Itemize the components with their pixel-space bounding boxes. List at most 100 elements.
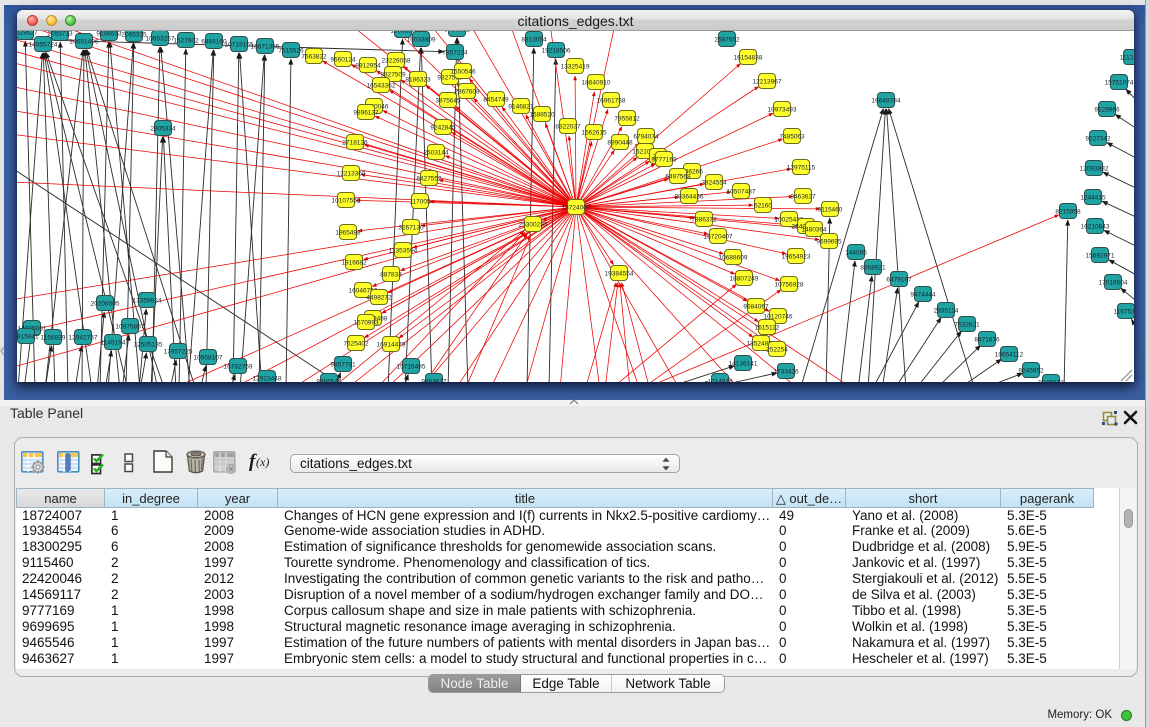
svg-text:2905334: 2905334 <box>150 126 176 133</box>
svg-text:8215958: 8215958 <box>1055 209 1081 216</box>
svg-text:1167533: 1167533 <box>1114 309 1134 316</box>
svg-text:1916682: 1916682 <box>341 260 367 267</box>
svg-text:1570993: 1570993 <box>353 320 379 327</box>
svg-text:17359924: 17359924 <box>133 298 162 305</box>
svg-text:1550546: 1550546 <box>450 69 476 76</box>
svg-text:12942737: 12942737 <box>69 335 98 342</box>
svg-text:1562615: 1562615 <box>581 130 607 137</box>
svg-text:8460331: 8460331 <box>444 31 470 34</box>
svg-text:19218506: 19218506 <box>542 48 571 55</box>
svg-text:9463627: 9463627 <box>421 379 447 382</box>
svg-text:25300233: 25300233 <box>519 222 548 229</box>
svg-text:9146821: 9146821 <box>508 104 534 111</box>
svg-text:11353594: 11353594 <box>389 248 418 255</box>
svg-text:6479197: 6479197 <box>886 277 912 284</box>
svg-text:4498272: 4498272 <box>366 295 392 302</box>
svg-text:8427552: 8427552 <box>416 176 442 183</box>
svg-text:144095: 144095 <box>845 250 867 257</box>
svg-text:2935114: 2935114 <box>934 308 959 315</box>
svg-text:14136141: 14136141 <box>729 361 758 368</box>
svg-text:10107552: 10107552 <box>332 198 361 205</box>
svg-text:8958921: 8958921 <box>860 265 886 272</box>
svg-text:3875645: 3875645 <box>435 98 461 105</box>
svg-text:6466160: 6466160 <box>201 39 227 46</box>
svg-text:15716485: 15716485 <box>397 364 426 371</box>
svg-text:10654112: 10654112 <box>995 352 1024 359</box>
svg-text:9245652: 9245652 <box>1018 368 1044 375</box>
svg-text:16782759: 16782759 <box>224 364 253 371</box>
svg-text:19384554: 19384554 <box>605 271 634 278</box>
svg-text:2718126: 2718126 <box>342 140 368 147</box>
svg-text:1156829: 1156829 <box>41 335 66 342</box>
svg-text:12505135: 12505135 <box>134 342 163 349</box>
svg-text:1145194: 1145194 <box>101 340 126 347</box>
svg-text:1480364: 1480364 <box>801 227 827 234</box>
svg-text:12213369: 12213369 <box>337 171 366 178</box>
svg-text:3267130: 3267130 <box>398 225 424 232</box>
svg-text:8813054: 8813054 <box>521 37 547 44</box>
svg-text:9684067: 9684067 <box>743 304 769 311</box>
svg-text:10973493: 10973493 <box>768 107 797 114</box>
svg-text:9463627: 9463627 <box>790 194 816 201</box>
svg-text:10756928: 10756928 <box>775 282 804 289</box>
svg-text:8990448: 8990448 <box>607 140 633 147</box>
svg-text:7663822: 7663822 <box>301 54 327 61</box>
svg-text:10975887: 10975887 <box>116 324 145 331</box>
svg-text:16648784: 16648784 <box>872 98 901 105</box>
svg-text:7632621: 7632621 <box>954 322 980 329</box>
svg-text:12923448: 12923448 <box>253 376 282 382</box>
svg-text:7625402: 7625402 <box>343 341 369 348</box>
svg-text:12975115: 12975115 <box>787 165 816 172</box>
svg-text:16914479: 16914479 <box>377 342 406 349</box>
svg-text:1014916: 1014916 <box>707 379 733 382</box>
svg-text:10507487: 10507487 <box>727 189 756 196</box>
svg-text:1244415: 1244415 <box>1080 195 1106 202</box>
svg-text:252254: 252254 <box>766 347 788 354</box>
svg-text:13325419: 13325419 <box>561 64 590 71</box>
svg-text:6497568: 6497568 <box>665 174 691 181</box>
svg-text:1588520: 1588520 <box>529 112 555 119</box>
svg-text:15720407: 15720407 <box>704 234 733 241</box>
svg-text:7857224: 7857224 <box>442 50 468 57</box>
svg-text:16154838: 16154838 <box>734 55 763 62</box>
svg-text:16210643: 16210643 <box>1081 224 1110 231</box>
svg-text:20364436: 20364436 <box>675 194 704 201</box>
svg-text:10719155: 10719155 <box>225 42 254 49</box>
svg-text:1965498: 1965498 <box>335 230 361 237</box>
svg-text:9227342: 9227342 <box>1085 136 1111 143</box>
svg-text:1527602: 1527602 <box>173 38 199 45</box>
svg-text:9896137: 9896137 <box>353 110 379 117</box>
svg-text:18807249: 18807249 <box>730 276 759 283</box>
svg-text:10958107: 10958107 <box>194 355 223 362</box>
svg-text:2867608: 2867608 <box>454 89 480 96</box>
svg-text:14055724: 14055724 <box>29 42 58 49</box>
svg-text:7515526: 7515526 <box>278 48 304 55</box>
svg-text:9474444: 9474444 <box>910 292 936 299</box>
svg-text:(x): (x) <box>256 455 269 469</box>
svg-text:18640910: 18640910 <box>582 80 611 87</box>
svg-text:7986372: 7986372 <box>691 217 717 224</box>
svg-text:10653257: 10653257 <box>146 36 175 43</box>
svg-text:62160: 62160 <box>754 203 772 210</box>
svg-text:1529527: 1529527 <box>17 31 38 37</box>
svg-text:16671355: 16671355 <box>251 44 280 51</box>
svg-text:3824554: 3824554 <box>701 180 727 187</box>
svg-text:1615112: 1615112 <box>755 325 780 332</box>
svg-text:23226058: 23226058 <box>382 58 411 65</box>
svg-text:15751074: 15751074 <box>1105 80 1134 87</box>
svg-text:9115460: 9115460 <box>818 207 843 214</box>
svg-text:8186323: 8186323 <box>405 77 431 84</box>
svg-text:15692971: 15692971 <box>1086 253 1115 260</box>
svg-text:6794074: 6794074 <box>633 134 659 141</box>
svg-text:1112403: 1112403 <box>1120 55 1134 62</box>
svg-text:16961758: 16961758 <box>597 98 626 105</box>
svg-text:17016504: 17016504 <box>1099 280 1128 287</box>
svg-text:117005: 117005 <box>409 199 431 206</box>
svg-text:887833: 887833 <box>380 272 402 279</box>
svg-text:2687652: 2687652 <box>714 37 740 44</box>
svg-text:12213967: 12213967 <box>753 79 782 86</box>
svg-text:19654923: 19654923 <box>782 254 811 261</box>
svg-text:9129966: 9129966 <box>1094 107 1120 114</box>
svg-text:20206505: 20206505 <box>91 301 120 308</box>
svg-text:2603144: 2603144 <box>423 150 449 157</box>
